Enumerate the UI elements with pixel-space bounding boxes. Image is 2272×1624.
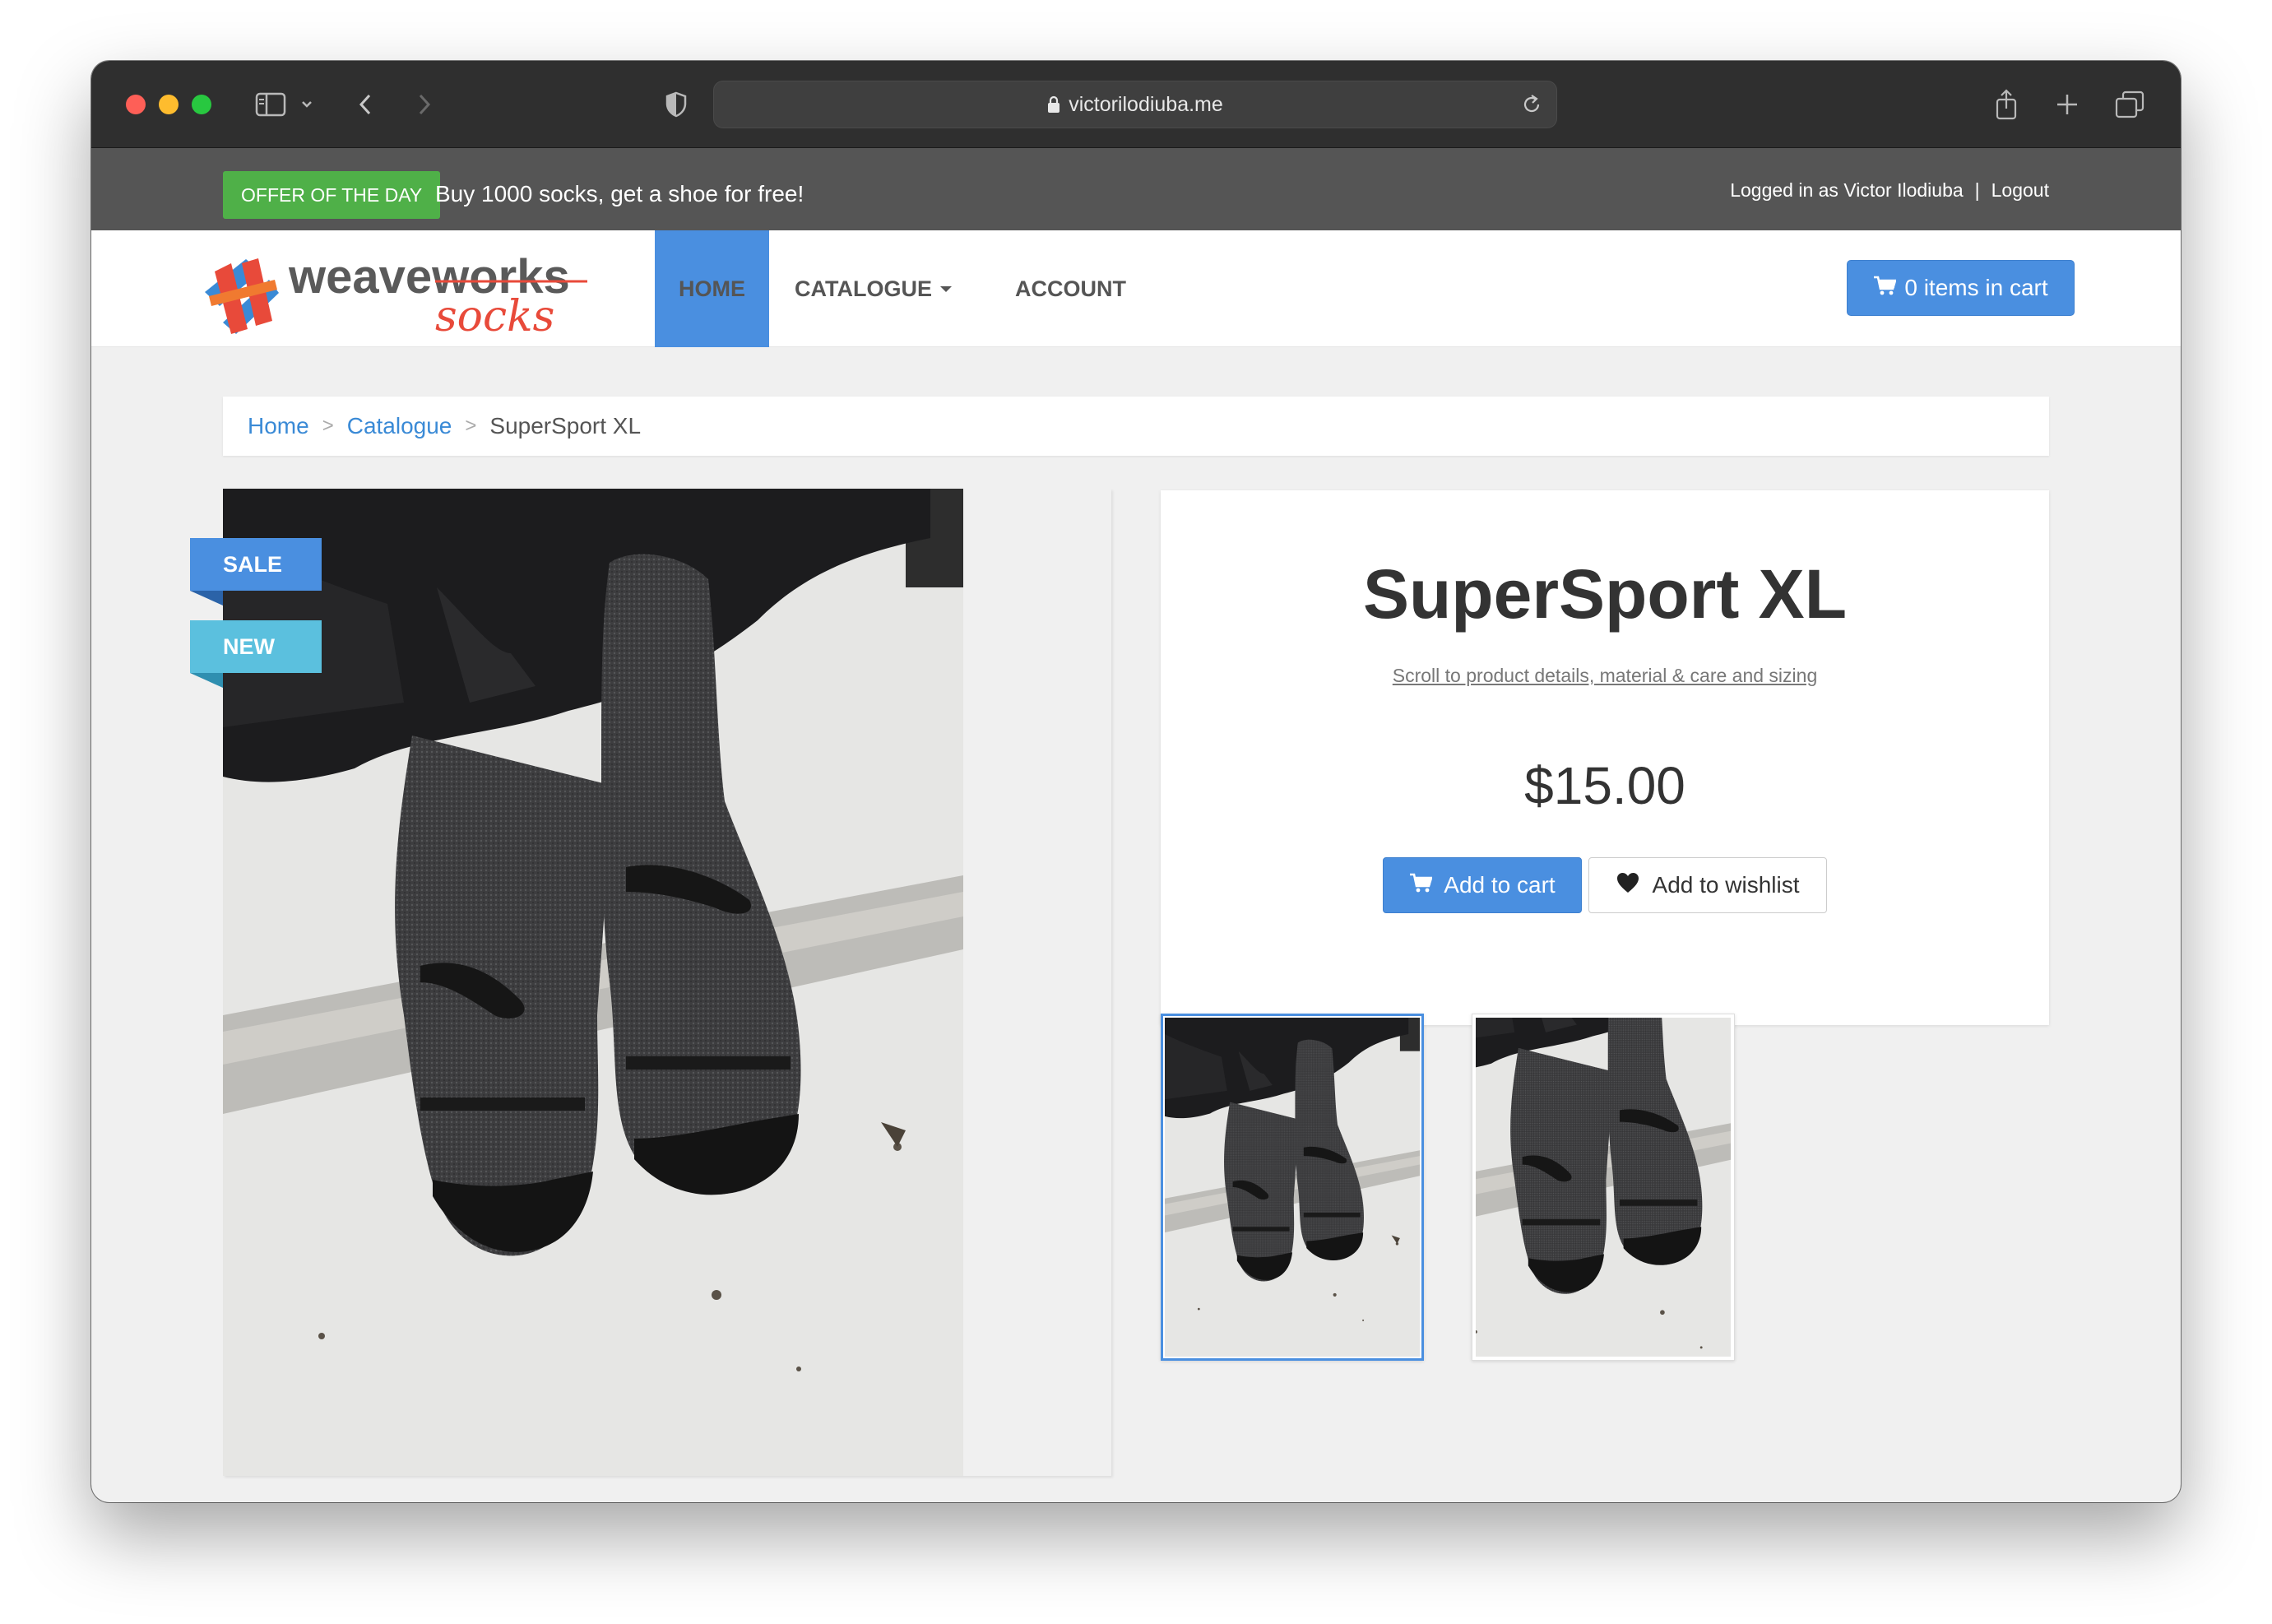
cart-button[interactable]: 0 items in cart	[1847, 260, 2075, 316]
breadcrumb-current: SuperSport XL	[489, 413, 642, 438]
breadcrumb-separator: >	[322, 415, 334, 437]
product-info-box: SuperSport XL Scroll to product details,…	[1161, 490, 2049, 1025]
cart-icon	[1873, 275, 1898, 301]
tab-overview-icon[interactable]	[2113, 86, 2146, 123]
main-product-image[interactable]	[223, 489, 963, 1476]
product-thumbnail-2[interactable]	[1472, 1014, 1735, 1361]
login-separator: |	[1974, 179, 1980, 201]
share-icon[interactable]	[1991, 86, 2021, 123]
nav-home[interactable]: HOME	[655, 230, 769, 347]
back-arrow-icon[interactable]	[353, 86, 378, 123]
address-url: victorilodiuba.me	[1069, 92, 1223, 116]
nav-account[interactable]: ACCOUNT	[990, 230, 1151, 347]
add-to-wishlist-label: Add to wishlist	[1652, 872, 1800, 898]
add-to-cart-button[interactable]: Add to cart	[1383, 857, 1582, 913]
add-to-wishlist-button[interactable]: Add to wishlist	[1588, 857, 1827, 913]
cart-icon	[1409, 872, 1434, 898]
forward-arrow-icon[interactable]	[412, 86, 437, 123]
main-product-image-panel	[223, 489, 1111, 1476]
heart-icon	[1616, 872, 1639, 899]
login-status: Logged in as Victor Ilodiuba | Logout	[1730, 179, 2049, 202]
product-title: SuperSport XL	[1362, 555, 1848, 633]
privacy-shield-icon[interactable]	[662, 86, 690, 123]
minimize-window-button[interactable]	[159, 95, 179, 114]
thumbnail-image	[1476, 1018, 1731, 1357]
logo-socks-text: socks	[435, 292, 554, 337]
browser-window: victorilodiuba.me OFFER OF THE DAY Buy 1…	[91, 61, 2181, 1502]
sale-ribbon: SALE	[190, 538, 322, 606]
product-price: $15.00	[1524, 756, 1685, 815]
browser-toolbar: victorilodiuba.me	[91, 61, 2181, 148]
breadcrumb-catalogue[interactable]: Catalogue	[347, 413, 452, 439]
nav-catalogue[interactable]: CATALOGUE	[770, 230, 976, 347]
new-tab-plus-icon[interactable]	[2052, 86, 2082, 123]
lock-icon	[1047, 95, 1060, 114]
product-thumbnail-1[interactable]	[1161, 1014, 1424, 1361]
logout-link[interactable]: Logout	[1991, 179, 2049, 202]
nav-catalogue-label: CATALOGUE	[795, 276, 932, 301]
caret-down-icon	[939, 285, 952, 292]
main-navbar: weaveworks socks HOME CATALOGUE ACCOUNT …	[91, 230, 2181, 347]
breadcrumb-separator: >	[465, 415, 477, 437]
zoom-window-button[interactable]	[192, 95, 211, 114]
close-window-button[interactable]	[126, 95, 146, 114]
address-bar[interactable]: victorilodiuba.me	[713, 81, 1557, 128]
breadcrumb-home[interactable]: Home	[248, 413, 309, 439]
breadcrumb: Home > Catalogue > SuperSport XL	[223, 397, 2049, 456]
logged-in-user[interactable]: Logged in as Victor Ilodiuba	[1730, 179, 1963, 202]
weaveworks-socks-logo[interactable]: weaveworks socks	[197, 247, 591, 341]
offer-bar: OFFER OF THE DAY Buy 1000 socks, get a s…	[91, 148, 2181, 230]
reload-icon[interactable]	[1520, 93, 1543, 116]
sidebar-toggle-icon[interactable]	[253, 86, 289, 123]
add-to-cart-label: Add to cart	[1444, 872, 1556, 898]
new-ribbon: NEW	[190, 620, 322, 688]
chevron-down-icon[interactable]	[297, 86, 317, 123]
thumbnail-image	[1165, 1018, 1420, 1357]
scroll-to-details-link[interactable]: Scroll to product details, material & ca…	[1161, 665, 2049, 687]
offer-text: Buy 1000 socks, get a shoe for free!	[435, 181, 804, 206]
offer-badge[interactable]: OFFER OF THE DAY	[223, 171, 441, 219]
cart-label: 0 items in cart	[1904, 275, 2048, 300]
